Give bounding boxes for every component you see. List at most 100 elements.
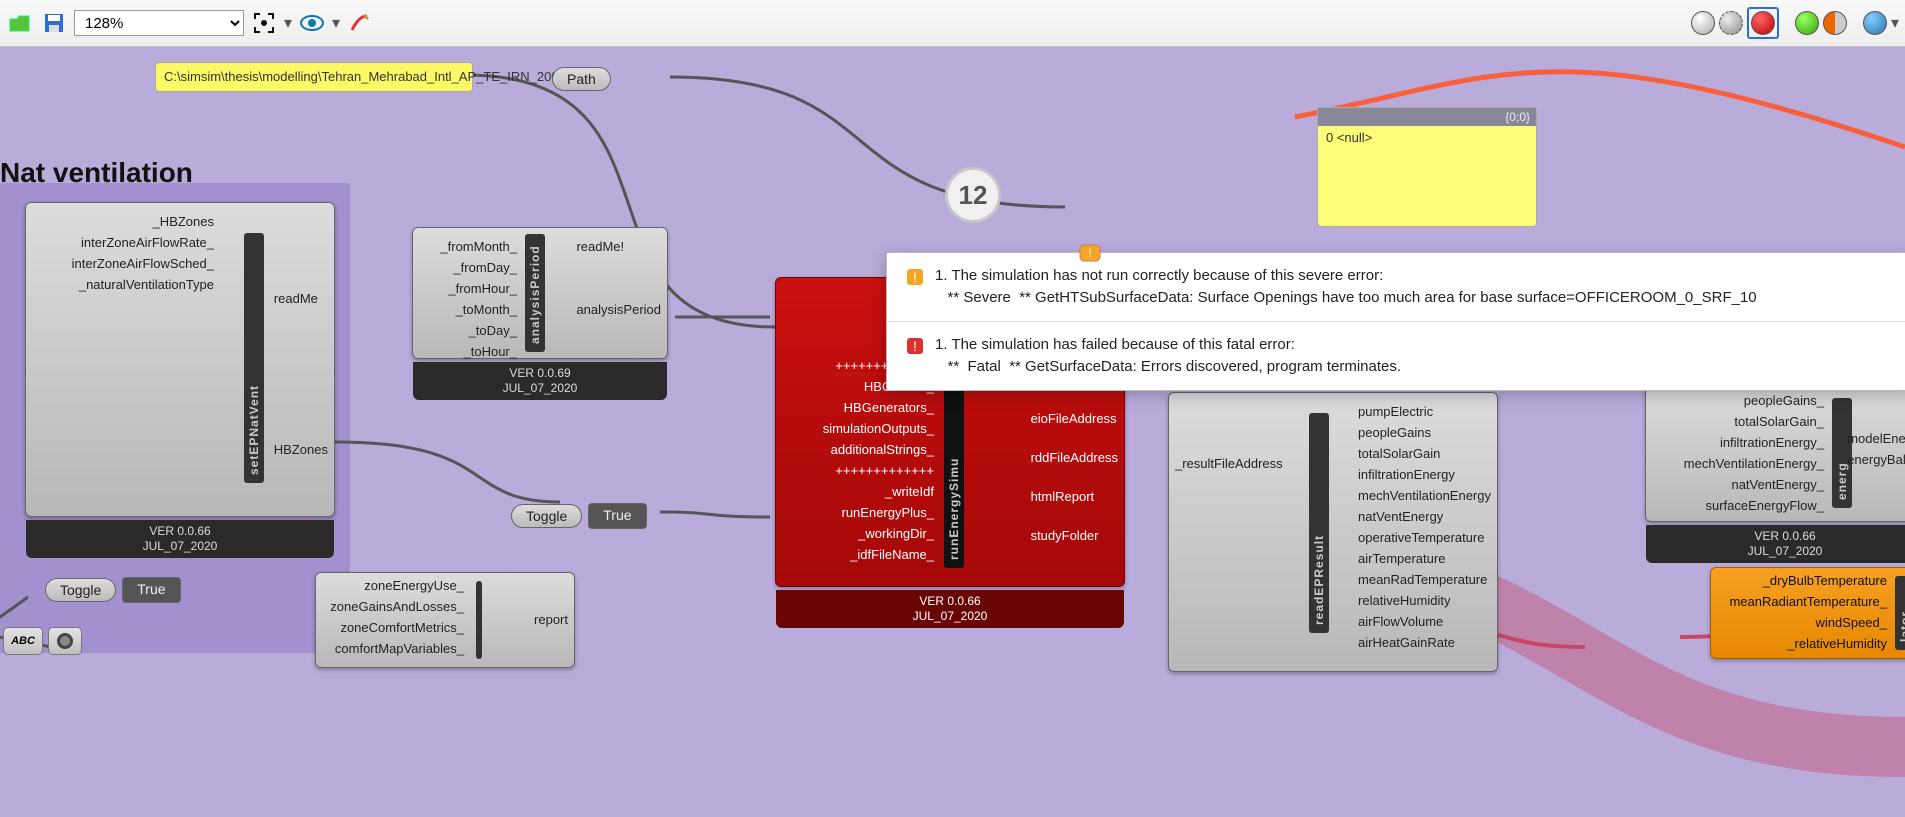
toggle-2[interactable]: Toggle — [45, 578, 116, 602]
path-param-label: Path — [567, 71, 596, 87]
path-param[interactable]: Path — [552, 67, 611, 91]
svg-text:!: ! — [1088, 246, 1091, 260]
output-label: airTemperature — [1358, 548, 1491, 569]
output-label: natVentEnergy — [1358, 506, 1491, 527]
set-ep-nat-vent-component[interactable]: _HBZones interZoneAirFlowRate_ interZone… — [25, 202, 335, 517]
component-footer: VER 0.0.69JUL_07_2020 — [413, 362, 667, 400]
input-label: simulationOutputs_ — [823, 418, 934, 439]
blue-sphere-icon[interactable] — [1863, 11, 1887, 35]
wireframe-mode-icon[interactable] — [1719, 11, 1743, 35]
input-label: interZoneAirFlowSched_ — [72, 253, 214, 274]
epw-path-panel[interactable]: C:\simsim\thesis\modelling\Tehran_Mehrab… — [155, 62, 473, 92]
component-name: readEPResult — [1309, 413, 1329, 633]
component-footer: VER 0.0.66JUL_07_2020 — [26, 520, 334, 558]
output-label: report — [534, 609, 568, 630]
output-label: totalSolarGain — [1358, 443, 1491, 464]
count-badge: 12 — [945, 167, 1001, 223]
input-label: peopleGains_ — [1684, 390, 1824, 411]
toggle-2-value[interactable]: True — [122, 577, 180, 603]
group-title: Nat ventilation — [0, 157, 193, 189]
energy-balance-component[interactable]: peopleGains_ totalSolarGain_ infiltratio… — [1645, 387, 1905, 522]
red-sphere-tool[interactable] — [1747, 7, 1779, 39]
input-label: _relativeHumidity — [1729, 633, 1887, 654]
input-label: surfaceEnergyFlow_ — [1684, 495, 1824, 516]
toggle-1[interactable]: Toggle — [511, 504, 582, 528]
count-value: 12 — [959, 180, 988, 211]
input-label: _fromDay_ — [440, 257, 517, 278]
output-label: mechVentilationEnergy — [1358, 485, 1491, 506]
input-label: zoneEnergyUse_ — [330, 575, 464, 596]
grasshopper-canvas[interactable]: Nat ventilation C:\simsim\thesis\modelli… — [0, 47, 1905, 817]
read-ep-result-component[interactable]: _resultFileAddress readEPResult pumpElec… — [1168, 392, 1498, 672]
error-text-2: 1. The simulation has failed because of … — [935, 334, 1401, 378]
output-label: infiltrationEnergy — [1358, 464, 1491, 485]
input-label: HBGenerators_ — [823, 397, 934, 418]
error-tooltip: ! 1. The simulation has not run correctl… — [886, 252, 1905, 391]
output-label: airFlowVolume — [1358, 611, 1491, 632]
half-sphere-icon[interactable] — [1823, 11, 1847, 35]
output-label: analysisPeriod — [576, 299, 661, 320]
output-label: htmlReport — [1031, 486, 1118, 507]
preview-button[interactable] — [298, 9, 326, 37]
input-label: _idfFileName_ — [823, 544, 934, 565]
outdoor-comfort-component[interactable]: _dryBulbTemperature meanRadiantTemperatu… — [1710, 567, 1905, 659]
warning-bubble-icon: ! — [1078, 243, 1104, 265]
save-file-button[interactable] — [40, 9, 68, 37]
output-label: airHeatGainRate — [1358, 632, 1491, 653]
input-label: mechVentilationEnergy_ — [1684, 453, 1824, 474]
svg-text:!: ! — [913, 269, 917, 285]
output-label: eioFileAddress — [1031, 408, 1118, 429]
output-label: rddFileAddress — [1031, 447, 1118, 468]
output-label: energyBalW — [1847, 449, 1905, 470]
component-footer: VER 0.0.66JUL_07_2020 — [776, 590, 1124, 628]
input-label: zoneComfortMetrics_ — [330, 617, 464, 638]
input-label: totalSolarGain_ — [1684, 411, 1824, 432]
input-label: runEnergyPlus_ — [823, 502, 934, 523]
error-icon: ! — [905, 336, 925, 356]
shaded-mode-icon[interactable] — [1691, 11, 1715, 35]
output-label: meanRadTemperature — [1358, 569, 1491, 590]
green-sphere-icon[interactable] — [1795, 11, 1819, 35]
input-label: interZoneAirFlowRate_ — [72, 232, 214, 253]
null-result-panel[interactable]: {0;0} 0 <null> — [1317, 107, 1537, 227]
input-label: _fromHour_ — [440, 278, 517, 299]
input-label: _workingDir_ — [823, 523, 934, 544]
zoom-extents-button[interactable] — [250, 9, 278, 37]
component-name: setEPNatVent — [244, 233, 264, 483]
input-label: _writeIdf — [823, 481, 934, 502]
input-label: _naturalVentilationType — [72, 274, 214, 295]
output-label: modelEnerg — [1847, 428, 1905, 449]
panel-header: {0;0} — [1318, 108, 1536, 126]
input-label: _resultFileAddress — [1175, 453, 1283, 474]
component-name: analysisPeriod — [525, 234, 545, 352]
input-label: meanRadiantTemperature_ — [1729, 591, 1887, 612]
compass-widget-icon[interactable] — [48, 627, 82, 655]
toolbar: 128% ▾ ▾ ▾ — [0, 0, 1905, 47]
toggle-label: Toggle — [526, 508, 567, 524]
open-file-button[interactable] — [6, 9, 34, 37]
analysis-period-component[interactable]: _fromMonth_ _fromDay_ _fromHour_ _toMont… — [412, 227, 668, 359]
output-label: readMe — [274, 288, 328, 309]
sketch-button[interactable] — [346, 9, 374, 37]
component-name: lator — [1895, 576, 1905, 650]
component-name — [476, 581, 482, 659]
output-label: peopleGains — [1358, 422, 1491, 443]
output-label: readMe! — [576, 236, 661, 257]
output-label: studyFolder — [1031, 525, 1118, 546]
component-footer: VER 0.0.66JUL_07_2020 — [1646, 525, 1905, 563]
zoom-select[interactable]: 128% — [74, 10, 244, 36]
input-label: comfortMapVariables_ — [330, 638, 464, 659]
input-label: zoneGainsAndLosses_ — [330, 596, 464, 617]
toggle-1-value[interactable]: True — [588, 503, 646, 529]
toggle-label: Toggle — [60, 582, 101, 598]
abc-widget-icon[interactable]: ABC — [3, 627, 43, 655]
input-label: +++++++++++++ — [823, 460, 934, 481]
error-text-1: 1. The simulation has not run correctly … — [935, 265, 1757, 309]
input-label: natVentEnergy_ — [1684, 474, 1824, 495]
output-label: operativeTemperature — [1358, 527, 1491, 548]
report-component[interactable]: zoneEnergyUse_ zoneGainsAndLosses_ zoneC… — [315, 572, 575, 668]
input-label: _toDay_ — [440, 320, 517, 341]
warning-icon: ! — [905, 267, 925, 287]
svg-text:!: ! — [913, 338, 917, 354]
output-label: relativeHumidity — [1358, 590, 1491, 611]
